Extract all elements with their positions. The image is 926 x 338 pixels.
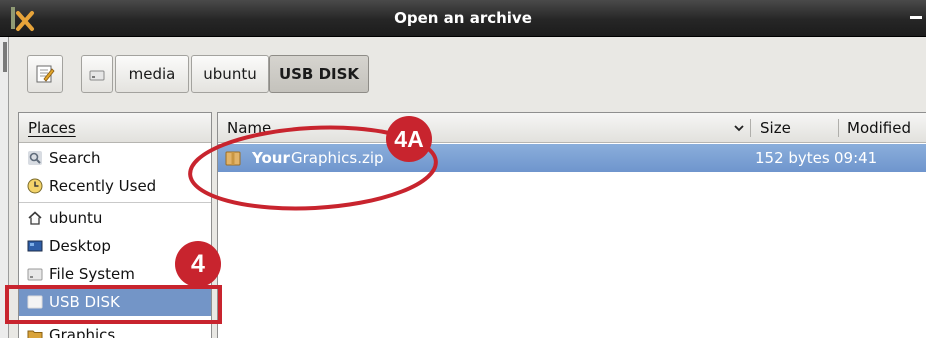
annotation-highlight-box <box>5 285 222 324</box>
step-badge-4: 4 <box>175 241 221 287</box>
annotation-layer <box>5 125 438 324</box>
step-badge-4a: 4A <box>386 116 432 162</box>
